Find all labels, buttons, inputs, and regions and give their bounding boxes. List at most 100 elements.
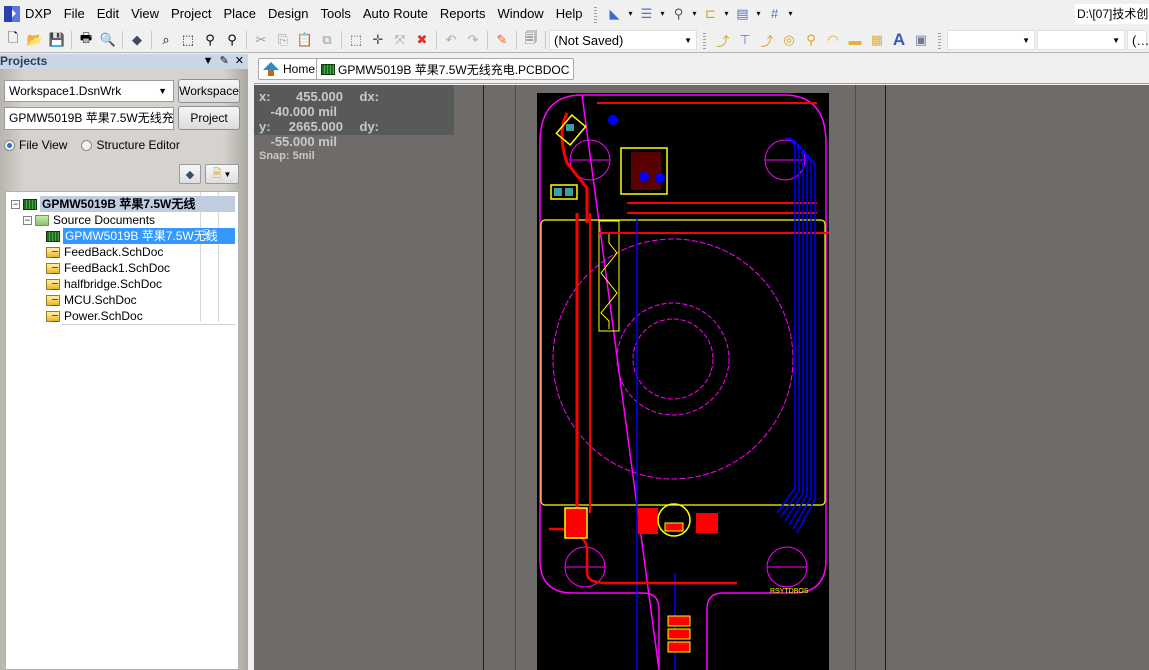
component-icon[interactable]: ▣ bbox=[910, 29, 932, 51]
toolbar-grip[interactable] bbox=[938, 31, 941, 49]
menu-help[interactable]: Help bbox=[550, 0, 589, 27]
radio-structure-editor[interactable] bbox=[81, 139, 93, 151]
pad-icon[interactable]: ◎ bbox=[778, 29, 800, 51]
deselect-icon[interactable]: ⤧ bbox=[389, 29, 411, 51]
browse-icon[interactable]: 🗐 bbox=[520, 29, 542, 51]
project-field[interactable]: GPMW5019B 苹果7.5W无线充电 bbox=[4, 107, 174, 130]
highlight-icon[interactable]: ✎ bbox=[491, 29, 513, 51]
fill-icon[interactable]: ▬ bbox=[844, 29, 866, 51]
variant-combo[interactable]: (Not Saved) ▼ bbox=[549, 30, 697, 50]
grid-icon[interactable]: # bbox=[763, 3, 785, 25]
toolbar-separator bbox=[516, 31, 517, 49]
string-icon[interactable]: A bbox=[888, 29, 910, 51]
open-folder-icon[interactable]: 📂 bbox=[24, 29, 46, 51]
collapse-icon[interactable]: − bbox=[23, 215, 32, 225]
arc-icon[interactable]: ◠ bbox=[822, 29, 844, 51]
tab-pcb-document[interactable]: GPMW5019B 苹果7.5W无线充电.PCBDOC bbox=[316, 58, 575, 80]
polygon-icon[interactable]: ▦ bbox=[866, 29, 888, 51]
tree-document-item[interactable]: FeedBack.SchDoc bbox=[46, 244, 163, 260]
interactive-route-icon[interactable]: ⤴ bbox=[712, 29, 734, 51]
tree-folder-node[interactable]: − Source Documents bbox=[23, 212, 155, 228]
dimension-icon[interactable]: ⊏ bbox=[699, 3, 721, 25]
dxp-logo-icon[interactable] bbox=[4, 5, 20, 22]
tree-document-item[interactable]: Power.SchDoc bbox=[46, 308, 143, 324]
dropdown-arrow-icon[interactable]: ▾ bbox=[785, 9, 795, 18]
new-document-icon[interactable]: 🗋 bbox=[2, 29, 24, 51]
workspace-combo[interactable]: Workspace1.DsnWrk ▼ bbox=[4, 80, 174, 102]
menu-edit[interactable]: Edit bbox=[91, 0, 125, 27]
filter-icon[interactable]: ⚲ bbox=[221, 29, 243, 51]
dx-value: -40.000 mil bbox=[270, 104, 338, 119]
undo-icon[interactable]: ↶ bbox=[440, 29, 462, 51]
menu-place[interactable]: Place bbox=[218, 0, 263, 27]
menu-design[interactable]: Design bbox=[262, 0, 314, 27]
dropdown-arrow-icon[interactable]: ▾ bbox=[753, 9, 763, 18]
menu-reports[interactable]: Reports bbox=[434, 0, 492, 27]
menu-window[interactable]: Window bbox=[491, 0, 549, 27]
cut-icon[interactable]: ✂ bbox=[250, 29, 272, 51]
compile-project-button[interactable]: ◆ bbox=[179, 164, 201, 184]
radio-file-view[interactable] bbox=[4, 139, 15, 151]
pcb-canvas[interactable]: RSYTDBOS x: 455.000 dx: -40.000 mil y: 2665.… bbox=[254, 85, 1149, 670]
zoom-area-icon[interactable]: ⬚ bbox=[177, 29, 199, 51]
layer-combo[interactable]: ▼ bbox=[947, 30, 1035, 50]
save-icon[interactable]: 💾 bbox=[46, 29, 68, 51]
x-value: 455.000 bbox=[296, 89, 343, 104]
chevron-down-icon: ▼ bbox=[1112, 35, 1120, 45]
radio-file-view-label[interactable]: File View bbox=[19, 138, 67, 152]
tree-project-node[interactable]: − GPMW5019B 苹果7.5W无线 bbox=[11, 196, 235, 212]
schematic-document-icon bbox=[46, 278, 60, 290]
workspace-button[interactable]: Workspace bbox=[178, 79, 240, 103]
find-similar-icon[interactable]: ⚲ bbox=[667, 3, 689, 25]
align-icon[interactable]: ☰ bbox=[635, 3, 657, 25]
zoom-fit-icon[interactable]: ⌕ bbox=[155, 29, 177, 51]
menu-view[interactable]: View bbox=[125, 0, 165, 27]
room-icon[interactable]: ▤ bbox=[731, 3, 753, 25]
dropdown-arrow-icon[interactable]: ▾ bbox=[625, 9, 635, 18]
dropdown-arrow-icon[interactable]: ▾ bbox=[721, 9, 731, 18]
toolbar-grip[interactable] bbox=[703, 31, 706, 49]
multi-route-icon[interactable]: ⊤ bbox=[734, 29, 756, 51]
paste-icon[interactable]: 📋 bbox=[294, 29, 316, 51]
dropdown-arrow-icon[interactable]: ▾ bbox=[689, 9, 699, 18]
menu-auto-route[interactable]: Auto Route bbox=[357, 0, 434, 27]
projects-panel-title: Projects bbox=[0, 54, 48, 68]
menu-project[interactable]: Project bbox=[165, 0, 217, 27]
dropdown-arrow-icon[interactable]: ▾ bbox=[657, 9, 667, 18]
panel-menu-icon[interactable]: ▼ bbox=[203, 54, 214, 69]
tree-document-item[interactable]: MCU.SchDoc bbox=[46, 292, 137, 308]
menu-dxp[interactable]: DXP bbox=[20, 0, 58, 27]
menu-tools[interactable]: Tools bbox=[315, 0, 357, 27]
collapse-icon[interactable]: − bbox=[11, 199, 20, 209]
close-icon[interactable]: ✕ bbox=[235, 54, 244, 69]
redo-icon[interactable]: ↷ bbox=[462, 29, 484, 51]
coordinate-readout: x: 455.000 dx: -40.000 mil y: 2665.000 dy: -55… bbox=[254, 85, 454, 162]
move-icon[interactable]: ✛ bbox=[367, 29, 389, 51]
3d-board-icon[interactable]: ◆ bbox=[126, 29, 148, 51]
menu-file[interactable]: File bbox=[58, 0, 91, 27]
document-path-field[interactable]: D:\[07]技术创 bbox=[1075, 4, 1149, 24]
diff-pair-route-icon[interactable]: ⤴ bbox=[756, 29, 778, 51]
design-rules-icon[interactable]: ◣ bbox=[603, 3, 625, 25]
print-preview-icon[interactable]: 🔍 bbox=[97, 29, 119, 51]
select-rect-icon[interactable]: ⬚ bbox=[345, 29, 367, 51]
tab-home[interactable]: Home bbox=[258, 58, 321, 80]
project-options-button[interactable]: 🗎 ▼ bbox=[205, 164, 239, 184]
project-button[interactable]: Project bbox=[178, 106, 240, 130]
radio-structure-editor-label[interactable]: Structure Editor bbox=[96, 138, 179, 152]
pin-icon[interactable]: ✎ bbox=[220, 54, 229, 69]
clear-filter-icon[interactable]: ✖ bbox=[411, 29, 433, 51]
tree-document-item[interactable]: GPMW5019B 苹果7.5W无线 🗎 bbox=[46, 228, 235, 244]
zoom-selected-icon[interactable]: ⚲ bbox=[199, 29, 221, 51]
filter-combo[interactable]: ▼ bbox=[1037, 30, 1125, 50]
toolbar-grip[interactable] bbox=[594, 4, 598, 23]
print-icon[interactable]: 🖶 bbox=[75, 29, 97, 51]
toolbar-separator bbox=[122, 31, 123, 49]
tree-document-item[interactable]: halfbridge.SchDoc bbox=[46, 276, 162, 292]
copy-icon[interactable]: ⎘ bbox=[272, 29, 294, 51]
tree-document-item[interactable]: FeedBack1.SchDoc bbox=[46, 260, 170, 276]
via-icon[interactable]: ⚲ bbox=[800, 29, 822, 51]
rubber-stamp-icon[interactable]: ⧉ bbox=[316, 29, 338, 51]
extra-combo[interactable]: (… bbox=[1127, 30, 1149, 50]
pcb-board[interactable]: RSYTDBOS bbox=[537, 93, 829, 670]
